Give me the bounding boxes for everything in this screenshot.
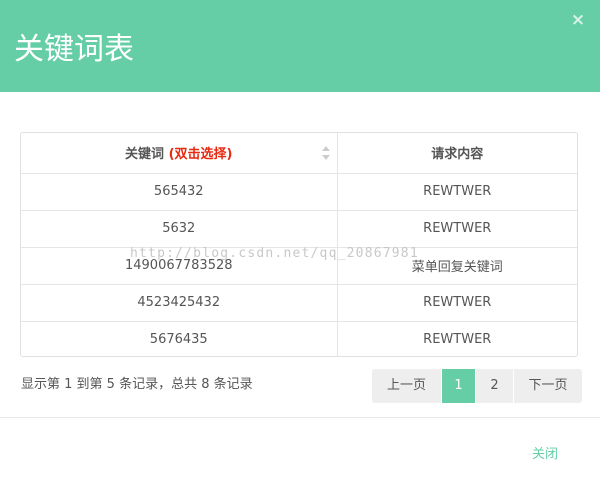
- next-page-button[interactable]: 下一页: [514, 369, 582, 403]
- double-click-hint: (双击选择): [168, 147, 233, 163]
- cell-keyword[interactable]: 5676435: [21, 320, 338, 356]
- page-1-button[interactable]: 1: [442, 369, 475, 403]
- modal-title: 关键词表: [14, 32, 134, 67]
- cell-content[interactable]: REWTWER: [336, 209, 577, 248]
- table-row[interactable]: 565432 REWTWER: [21, 172, 577, 211]
- column-header-content: 请求内容: [336, 133, 577, 174]
- close-icon[interactable]: ×: [570, 12, 586, 29]
- cell-content[interactable]: 菜单回复关键词: [336, 246, 577, 285]
- table-row[interactable]: 1490067783528 菜单回复关键词: [21, 246, 577, 285]
- pagination: 上一页 1 2 下一页: [372, 369, 582, 403]
- cell-keyword[interactable]: 1490067783528: [21, 246, 338, 285]
- cell-keyword[interactable]: 5632: [21, 209, 338, 248]
- pagination-info: 显示第 1 到第 5 条记录，总共 8 条记录: [21, 377, 253, 392]
- sort-icon[interactable]: [321, 146, 330, 160]
- table-row[interactable]: 5676435 REWTWER: [21, 320, 577, 356]
- cell-keyword[interactable]: 565432: [21, 172, 338, 211]
- cell-content[interactable]: REWTWER: [336, 283, 577, 322]
- page-2-button[interactable]: 2: [476, 369, 513, 403]
- cell-content[interactable]: REWTWER: [336, 320, 577, 356]
- cell-keyword[interactable]: 4523425432: [21, 283, 338, 322]
- modal-header: 关键词表 ×: [0, 0, 600, 92]
- footer-divider: [0, 417, 600, 418]
- table-row[interactable]: 4523425432 REWTWER: [21, 283, 577, 322]
- column-header-keyword[interactable]: 关键词 (双击选择): [21, 133, 338, 174]
- table-header-row: 关键词 (双击选择) 请求内容: [21, 133, 577, 174]
- keyword-table: 关键词 (双击选择) 请求内容 565432 REWTWER 5632 REWT…: [20, 132, 578, 357]
- cell-content[interactable]: REWTWER: [336, 172, 577, 211]
- prev-page-button[interactable]: 上一页: [372, 369, 441, 403]
- close-button[interactable]: 关闭: [532, 445, 576, 465]
- column-header-keyword-label: 关键词: [125, 147, 165, 163]
- table-row[interactable]: 5632 REWTWER: [21, 209, 577, 248]
